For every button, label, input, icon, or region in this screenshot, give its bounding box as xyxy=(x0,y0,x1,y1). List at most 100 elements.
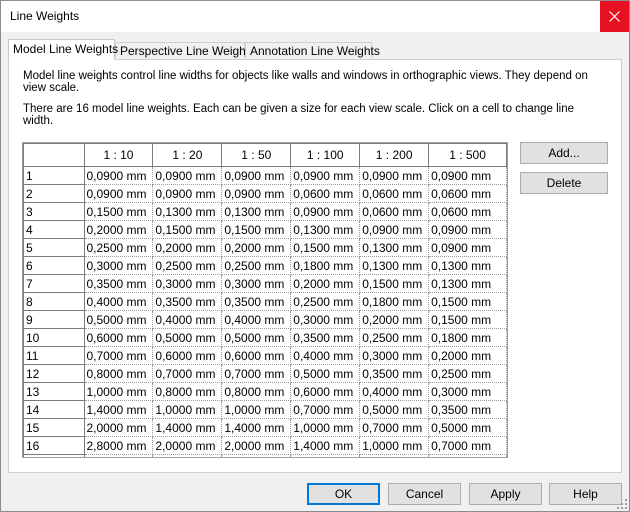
line-weight-cell[interactable]: 0,4000 mm xyxy=(290,346,361,365)
column-header[interactable]: 1 : 100 xyxy=(290,143,361,167)
line-weight-cell[interactable]: 0,5000 mm xyxy=(359,400,430,419)
line-weight-cell[interactable]: 1,4000 mm xyxy=(221,418,292,437)
row-header[interactable]: 16 xyxy=(23,436,85,455)
line-weight-cell[interactable]: 0,2000 mm xyxy=(83,220,154,239)
resize-grip-icon[interactable] xyxy=(617,499,627,509)
column-header[interactable]: 1 : 50 xyxy=(221,143,292,167)
line-weight-cell[interactable]: 0,0900 mm xyxy=(290,202,361,221)
column-header[interactable]: 1 : 200 xyxy=(359,143,430,167)
line-weight-cell[interactable]: 0,1800 mm xyxy=(290,256,361,275)
row-header[interactable]: 2 xyxy=(23,184,85,203)
row-header[interactable]: 15 xyxy=(23,418,85,437)
apply-button[interactable]: Apply xyxy=(469,483,542,505)
line-weight-cell[interactable]: 0,5000 mm xyxy=(152,328,223,347)
line-weight-cell[interactable]: 0,4000 mm xyxy=(359,382,430,401)
row-header[interactable]: 9 xyxy=(23,310,85,329)
line-weight-cell[interactable]: 0,2500 mm xyxy=(221,256,292,275)
line-weight-cell[interactable]: 1,4000 mm xyxy=(290,436,361,455)
line-weight-cell[interactable]: 0,7000 mm xyxy=(83,346,154,365)
line-weight-cell[interactable]: 0,2000 mm xyxy=(428,346,507,365)
row-header[interactable]: 5 xyxy=(23,238,85,257)
line-weight-cell[interactable]: 0,5000 mm xyxy=(221,328,292,347)
line-weight-cell[interactable]: 0,4000 mm xyxy=(221,310,292,329)
line-weight-cell[interactable]: 0,0900 mm xyxy=(428,238,507,257)
line-weight-cell[interactable]: 0,6000 mm xyxy=(221,346,292,365)
line-weight-cell[interactable]: 0,3500 mm xyxy=(221,292,292,311)
line-weight-cell[interactable]: 0,2000 mm xyxy=(359,310,430,329)
line-weight-cell[interactable]: 1,0000 mm xyxy=(83,382,154,401)
line-weight-cell[interactable]: 0,1500 mm xyxy=(152,220,223,239)
line-weight-cell[interactable]: 0,8000 mm xyxy=(83,364,154,383)
line-weight-cell[interactable]: 0,8000 mm xyxy=(152,382,223,401)
column-header[interactable]: 1 : 10 xyxy=(83,143,154,167)
line-weight-cell[interactable]: 0,0900 mm xyxy=(359,166,430,185)
delete-button[interactable]: Delete xyxy=(520,172,608,194)
line-weight-cell[interactable]: 0,1800 mm xyxy=(428,328,507,347)
line-weight-cell[interactable]: 0,5000 mm xyxy=(83,310,154,329)
line-weight-cell[interactable]: 0,2000 mm xyxy=(290,274,361,293)
line-weight-cell[interactable]: 0,2500 mm xyxy=(359,328,430,347)
line-weight-cell[interactable]: 0,1300 mm xyxy=(359,256,430,275)
line-weight-cell[interactable]: 0,0900 mm xyxy=(359,220,430,239)
cancel-button[interactable]: Cancel xyxy=(388,483,461,505)
line-weight-cell[interactable]: 0,3000 mm xyxy=(428,382,507,401)
line-weight-cell[interactable]: 0,7000 mm xyxy=(152,364,223,383)
line-weight-cell[interactable]: 0,8000 mm xyxy=(221,382,292,401)
row-header[interactable]: 1 xyxy=(23,166,85,185)
line-weight-cell[interactable]: 0,1500 mm xyxy=(83,202,154,221)
column-header[interactable]: 1 : 20 xyxy=(152,143,223,167)
line-weight-cell[interactable]: 1,0000 mm xyxy=(290,418,361,437)
row-header[interactable]: 6 xyxy=(23,256,85,275)
line-weight-cell[interactable]: 0,2500 mm xyxy=(83,238,154,257)
line-weight-cell[interactable]: 0,6000 mm xyxy=(83,328,154,347)
line-weight-cell[interactable]: 0,0600 mm xyxy=(359,184,430,203)
row-header[interactable]: 14 xyxy=(23,400,85,419)
line-weight-cell[interactable]: 0,1500 mm xyxy=(428,292,507,311)
line-weight-cell[interactable]: 2,0000 mm xyxy=(152,436,223,455)
line-weight-cell[interactable]: 1,4000 mm xyxy=(152,418,223,437)
line-weight-cell[interactable]: 0,1300 mm xyxy=(359,238,430,257)
row-header[interactable]: 13 xyxy=(23,382,85,401)
add-button[interactable]: Add... xyxy=(520,142,608,164)
line-weight-cell[interactable]: 0,0900 mm xyxy=(428,220,507,239)
line-weight-cell[interactable]: 0,7000 mm xyxy=(428,436,507,455)
help-button[interactable]: Help xyxy=(549,483,622,505)
line-weight-cell[interactable]: 0,5000 mm xyxy=(428,418,507,437)
line-weight-cell[interactable]: 0,1500 mm xyxy=(359,274,430,293)
line-weight-cell[interactable]: 0,7000 mm xyxy=(290,400,361,419)
line-weight-cell[interactable]: 0,0600 mm xyxy=(428,202,507,221)
row-header[interactable]: 7 xyxy=(23,274,85,293)
line-weight-cell[interactable]: 0,3500 mm xyxy=(428,400,507,419)
line-weight-cell[interactable]: 0,1500 mm xyxy=(290,238,361,257)
line-weight-cell[interactable]: 0,1300 mm xyxy=(428,274,507,293)
line-weight-cell[interactable]: 0,1500 mm xyxy=(221,220,292,239)
line-weight-cell[interactable]: 0,2000 mm xyxy=(221,238,292,257)
line-weight-cell[interactable]: 0,4000 mm xyxy=(152,310,223,329)
line-weight-cell[interactable]: 0,7000 mm xyxy=(221,364,292,383)
tab-perspective-line-weights[interactable]: Perspective Line Weights xyxy=(115,42,255,58)
line-weight-cell[interactable]: 0,3500 mm xyxy=(83,274,154,293)
line-weight-cell[interactable]: 0,6000 mm xyxy=(290,382,361,401)
line-weight-cell[interactable]: 0,0600 mm xyxy=(359,202,430,221)
line-weight-cell[interactable]: 0,3500 mm xyxy=(359,364,430,383)
row-header[interactable]: 3 xyxy=(23,202,85,221)
line-weight-cell[interactable]: 0,0600 mm xyxy=(290,184,361,203)
row-header[interactable]: 11 xyxy=(23,346,85,365)
line-weight-cell[interactable]: 1,0000 mm xyxy=(152,400,223,419)
line-weight-cell[interactable]: 0,3000 mm xyxy=(359,346,430,365)
line-weight-cell[interactable]: 0,0600 mm xyxy=(428,184,507,203)
line-weight-cell[interactable]: 0,4000 mm xyxy=(83,292,154,311)
line-weight-cell[interactable]: 2,8000 mm xyxy=(83,436,154,455)
line-weight-cell[interactable]: 0,3000 mm xyxy=(83,256,154,275)
line-weight-cell[interactable]: 0,0900 mm xyxy=(290,166,361,185)
line-weight-cell[interactable]: 0,1300 mm xyxy=(152,202,223,221)
line-weight-cell[interactable]: 0,2000 mm xyxy=(152,238,223,257)
line-weight-cell[interactable]: 0,0900 mm xyxy=(428,166,507,185)
line-weight-cell[interactable]: 1,0000 mm xyxy=(359,436,430,455)
line-weight-cell[interactable]: 0,2500 mm xyxy=(290,292,361,311)
line-weight-cell[interactable]: 0,0900 mm xyxy=(83,184,154,203)
line-weight-cell[interactable]: 0,0900 mm xyxy=(83,166,154,185)
line-weight-cell[interactable]: 2,0000 mm xyxy=(83,418,154,437)
line-weight-cell[interactable]: 0,3000 mm xyxy=(152,274,223,293)
line-weight-cell[interactable]: 1,0000 mm xyxy=(221,400,292,419)
